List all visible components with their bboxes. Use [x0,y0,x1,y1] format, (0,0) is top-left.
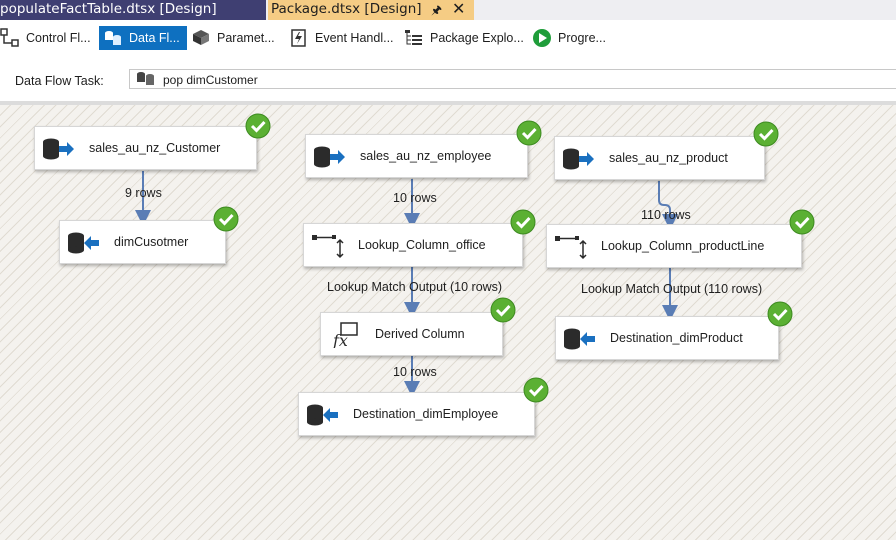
component-label: Destination_dimEmployee [353,407,499,421]
ole-db-source-icon [43,138,74,160]
tab-event-handlers[interactable]: Event Handl... [289,26,394,50]
close-icon[interactable]: ✕ [452,0,465,19]
destination-component-dimproduct[interactable]: Destination_dimProduct [555,316,779,360]
derived-column-component[interactable]: fx Derived Column [320,312,503,356]
source-component-product[interactable]: sales_au_nz_product [554,136,765,180]
tab-package-explorer[interactable]: Package Explo... [404,26,524,50]
data-flow-task-icon [136,71,156,87]
component-label: Lookup_Column_productLine [601,239,765,253]
tab-event-handlers-label: Event Handl... [315,31,394,45]
ole-db-destination-icon [68,232,99,254]
tab-progress-label: Progre... [558,31,606,45]
component-label: dimCusotmer [114,235,189,249]
tab-data-flow-label: Data Fl... [129,31,180,45]
flow-label-lookup-productline: Lookup Match Output (110 rows) [581,282,763,296]
destination-component-dimcusotmer[interactable]: dimCusotmer [59,220,226,264]
success-check-icon [213,206,239,232]
flow-label-product: 110 rows [641,208,691,222]
designer-toolbar: Control Fl... Data Fl... Paramet... Even… [0,20,896,58]
tab-progress[interactable]: Progre... [532,26,606,50]
flow-label-employee: 10 rows [393,191,437,205]
flow-label-lookup-office: Lookup Match Output (10 rows) [327,280,503,294]
fx-icon: fx [332,322,358,348]
source-component-customer[interactable]: sales_au_nz_Customer [34,126,257,170]
source-component-employee[interactable]: sales_au_nz_employee [305,134,528,178]
package-explorer-icon [404,28,424,48]
destination-component-dimemployee[interactable]: Destination_dimEmployee [298,392,535,436]
success-check-icon [490,297,516,323]
document-tab-strip: populateFactTable.dtsx [Design] Package.… [0,0,896,20]
success-check-icon [789,209,815,235]
lookup-icon [555,236,587,260]
data-flow-task-bar: Data Flow Task: pop dimCustomer [0,58,896,102]
event-handlers-icon [289,28,309,48]
tab-parameters[interactable]: Paramet... [191,26,275,50]
success-check-icon [245,113,271,139]
tab-control-flow-label: Control Fl... [26,31,91,45]
tab-control-flow[interactable]: Control Fl... [0,26,91,50]
data-flow-icon [103,28,123,48]
ole-db-destination-icon [564,328,595,350]
success-check-icon [753,121,779,147]
ole-db-destination-icon [307,404,338,426]
component-label: sales_au_nz_product [609,151,728,165]
svg-text:fx: fx [332,331,348,348]
parameters-icon [191,28,211,48]
flow-label-derived: 10 rows [393,365,437,379]
lookup-component-office[interactable]: Lookup_Column_office [303,223,523,267]
pin-icon[interactable]: 🖈 [431,1,442,22]
success-check-icon [510,209,536,235]
component-label: Derived Column [375,327,465,341]
component-label: sales_au_nz_employee [360,149,492,163]
tab-parameters-label: Paramet... [217,31,275,45]
success-check-icon [523,377,549,403]
doc-tab-populate-fact-table[interactable]: populateFactTable.dtsx [Design] [0,0,266,20]
component-label: Destination_dimProduct [610,331,743,345]
ole-db-source-icon [314,146,345,168]
lookup-component-productline[interactable]: Lookup_Column_productLine [546,224,802,268]
component-label: sales_au_nz_Customer [89,141,221,155]
control-flow-icon [0,28,20,48]
data-flow-task-label: Data Flow Task: [15,74,104,88]
doc-tab-package-label: Package.dtsx [Design] [271,1,422,17]
component-label: Lookup_Column_office [358,238,486,252]
doc-tab-package[interactable]: Package.dtsx [Design] [268,0,474,20]
ole-db-source-icon [563,148,594,170]
lookup-icon [312,235,344,259]
success-check-icon [767,301,793,327]
data-flow-task-select[interactable]: pop dimCustomer [129,69,896,89]
data-flow-canvas[interactable]: 9 rows 10 rows Lookup Match Output (10 r… [0,105,896,540]
progress-icon [532,28,552,48]
tab-package-explorer-label: Package Explo... [430,31,524,45]
tab-data-flow[interactable]: Data Fl... [99,26,187,50]
flow-label-customer: 9 rows [125,186,162,200]
data-flow-task-value: pop dimCustomer [163,73,258,87]
success-check-icon [516,120,542,146]
